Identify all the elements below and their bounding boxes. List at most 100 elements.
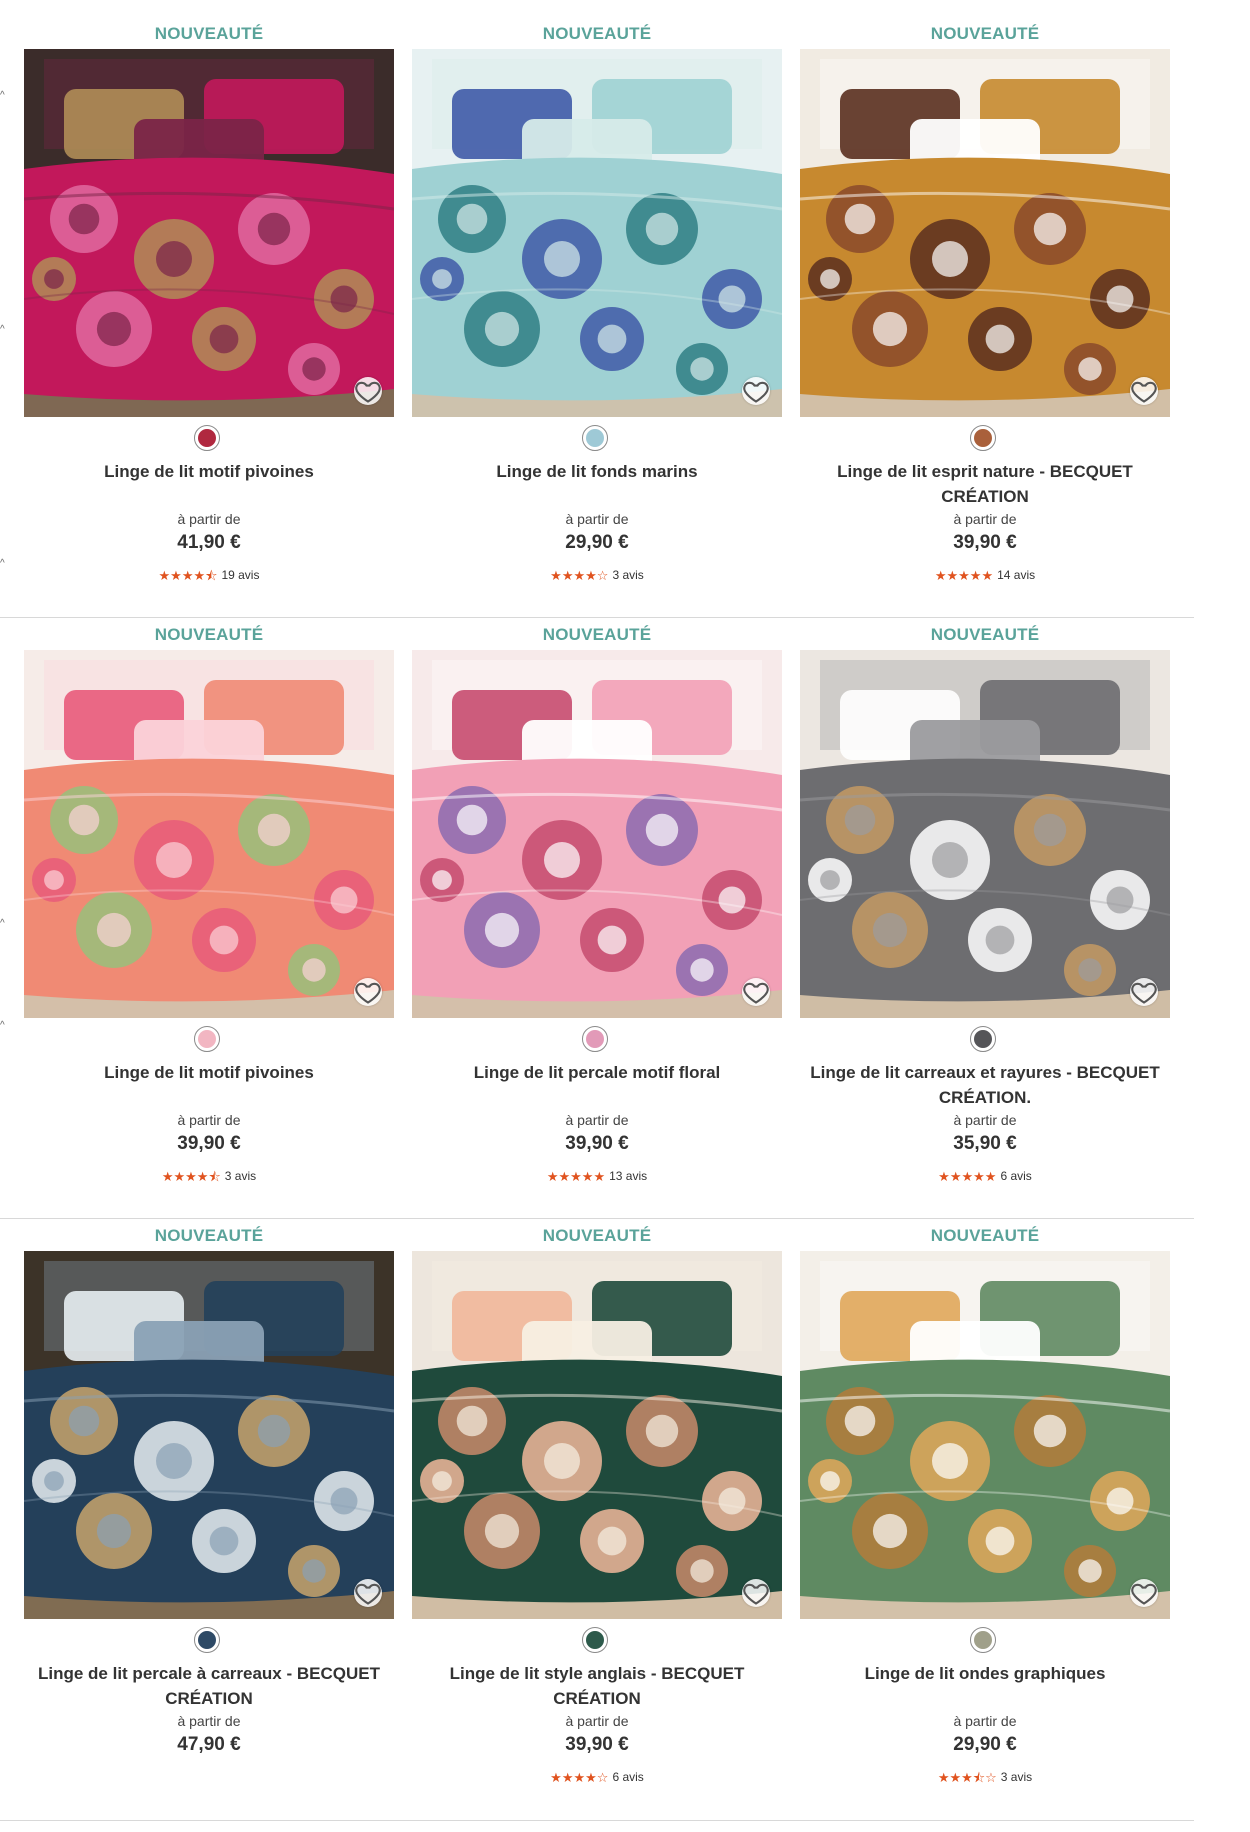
product-image[interactable] bbox=[24, 650, 394, 1018]
product-price: 35,90 € bbox=[953, 1133, 1017, 1154]
review-count: 6 avis bbox=[1000, 1169, 1032, 1183]
price-prefix: à partir de bbox=[565, 511, 629, 527]
bedding-photo bbox=[24, 1251, 394, 1619]
price-prefix: à partir de bbox=[565, 1713, 629, 1729]
product-image[interactable] bbox=[800, 49, 1170, 417]
review-count: 6 avis bbox=[612, 1770, 644, 1784]
product-card[interactable]: NOUVEAUTÉ Linge de lit percale à carreau… bbox=[24, 1202, 394, 1802]
star-rating[interactable]: ★★★★☆ 6 avis bbox=[412, 1770, 782, 1784]
product-price: 39,90 € bbox=[177, 1133, 241, 1154]
color-swatch[interactable] bbox=[582, 1627, 608, 1653]
color-swatch[interactable] bbox=[582, 425, 608, 451]
rating-stars: ★★★★★ bbox=[546, 1168, 606, 1184]
price-prefix: à partir de bbox=[953, 511, 1017, 527]
product-image[interactable] bbox=[800, 1251, 1170, 1619]
bedding-photo bbox=[800, 650, 1170, 1018]
new-badge: NOUVEAUTÉ bbox=[542, 24, 652, 43]
product-name[interactable]: Linge de lit carreaux et rayures - BECQU… bbox=[800, 1060, 1170, 1110]
review-count: 14 avis bbox=[997, 568, 1036, 582]
new-badge: NOUVEAUTÉ bbox=[930, 24, 1040, 43]
swatch-color bbox=[198, 429, 216, 447]
color-swatch[interactable] bbox=[970, 1026, 996, 1052]
product-name[interactable]: Linge de lit motif pivoines bbox=[24, 1060, 394, 1085]
product-card[interactable]: NOUVEAUTÉ Linge de lit carreaux et rayur… bbox=[800, 601, 1170, 1201]
color-swatch[interactable] bbox=[970, 425, 996, 451]
heart-outline-icon bbox=[743, 982, 769, 1004]
heart-outline-icon bbox=[743, 381, 769, 403]
color-swatch[interactable] bbox=[582, 1026, 608, 1052]
new-badge: NOUVEAUTÉ bbox=[542, 625, 652, 644]
product-price: 29,90 € bbox=[565, 532, 629, 553]
product-price: 41,90 € bbox=[177, 532, 241, 553]
swatch-color bbox=[586, 429, 604, 447]
bedding-photo bbox=[24, 650, 394, 1018]
rating-stars: ★★★★★ bbox=[934, 567, 994, 583]
favorite-button[interactable] bbox=[1130, 978, 1158, 1006]
favorite-button[interactable] bbox=[354, 978, 382, 1006]
product-name[interactable]: Linge de lit ondes graphiques bbox=[800, 1661, 1170, 1686]
color-swatch[interactable] bbox=[970, 1627, 996, 1653]
swatch-color bbox=[586, 1030, 604, 1048]
product-card[interactable]: NOUVEAUTÉ Linge de lit ondes graphiques … bbox=[800, 1202, 1170, 1802]
product-image[interactable] bbox=[800, 650, 1170, 1018]
product-name[interactable]: Linge de lit fonds marins bbox=[412, 459, 782, 484]
product-card[interactable]: NOUVEAUTÉ Linge de lit style anglais - B… bbox=[412, 1202, 782, 1802]
price-prefix: à partir de bbox=[565, 1112, 629, 1128]
price-prefix: à partir de bbox=[177, 511, 241, 527]
product-card[interactable]: NOUVEAUTÉ Linge de lit percale motif flo… bbox=[412, 601, 782, 1201]
heart-outline-icon bbox=[743, 1583, 769, 1605]
star-rating[interactable]: ★★★★☆ 3 avis bbox=[412, 568, 782, 582]
product-card[interactable]: NOUVEAUTÉ Linge de lit motif pivoines à … bbox=[24, 0, 394, 600]
swatch-color bbox=[198, 1631, 216, 1649]
swatch-color bbox=[974, 429, 992, 447]
swatch-color bbox=[974, 1631, 992, 1649]
favorite-button[interactable] bbox=[354, 1579, 382, 1607]
color-swatch[interactable] bbox=[194, 1026, 220, 1052]
bedding-photo bbox=[800, 49, 1170, 417]
row-divider bbox=[0, 1820, 1194, 1821]
favorite-button[interactable] bbox=[742, 978, 770, 1006]
product-price: 39,90 € bbox=[565, 1133, 629, 1154]
favorite-button[interactable] bbox=[742, 377, 770, 405]
color-swatch[interactable] bbox=[194, 1627, 220, 1653]
color-swatch[interactable] bbox=[194, 425, 220, 451]
heart-outline-icon bbox=[355, 381, 381, 403]
star-rating[interactable]: ★★★★★ 14 avis bbox=[800, 568, 1170, 582]
product-image[interactable] bbox=[24, 49, 394, 417]
rating-stars: ★★★⯪☆ bbox=[937, 1769, 997, 1785]
product-card[interactable]: NOUVEAUTÉ Linge de lit esprit nature - B… bbox=[800, 0, 1170, 600]
product-price: 47,90 € bbox=[177, 1734, 241, 1755]
new-badge: NOUVEAUTÉ bbox=[154, 24, 264, 43]
star-rating[interactable]: ★★★★★ 6 avis bbox=[800, 1169, 1170, 1183]
product-name[interactable]: Linge de lit esprit nature - BECQUET CRÉ… bbox=[800, 459, 1170, 509]
favorite-button[interactable] bbox=[742, 1579, 770, 1607]
product-image[interactable] bbox=[412, 1251, 782, 1619]
star-rating[interactable]: ★★★★⯪ 19 avis bbox=[24, 568, 394, 582]
new-badge: NOUVEAUTÉ bbox=[930, 625, 1040, 644]
star-rating[interactable]: ★★★⯪☆ 3 avis bbox=[800, 1770, 1170, 1784]
product-card[interactable]: NOUVEAUTÉ Linge de lit motif pivoines à … bbox=[24, 601, 394, 1201]
swatch-color bbox=[586, 1631, 604, 1649]
price-prefix: à partir de bbox=[953, 1713, 1017, 1729]
bedding-photo bbox=[412, 49, 782, 417]
favorite-button[interactable] bbox=[354, 377, 382, 405]
product-image[interactable] bbox=[412, 650, 782, 1018]
swatch-color bbox=[198, 1030, 216, 1048]
product-name[interactable]: Linge de lit style anglais - BECQUET CRÉ… bbox=[412, 1661, 782, 1711]
product-name[interactable]: Linge de lit percale à carreaux - BECQUE… bbox=[24, 1661, 394, 1711]
star-rating[interactable]: ★★★★★ 13 avis bbox=[412, 1169, 782, 1183]
price-prefix: à partir de bbox=[177, 1713, 241, 1729]
product-name[interactable]: Linge de lit motif pivoines bbox=[24, 459, 394, 484]
heart-outline-icon bbox=[1131, 1583, 1157, 1605]
product-image[interactable] bbox=[24, 1251, 394, 1619]
product-price: 29,90 € bbox=[953, 1734, 1017, 1755]
product-image[interactable] bbox=[412, 49, 782, 417]
favorite-button[interactable] bbox=[1130, 377, 1158, 405]
heart-outline-icon bbox=[1131, 381, 1157, 403]
favorite-button[interactable] bbox=[1130, 1579, 1158, 1607]
product-card[interactable]: NOUVEAUTÉ Linge de lit fonds marins à pa… bbox=[412, 0, 782, 600]
star-rating[interactable]: ★★★★⯪ 3 avis bbox=[24, 1169, 394, 1183]
new-badge: NOUVEAUTÉ bbox=[542, 1226, 652, 1245]
product-price: 39,90 € bbox=[565, 1734, 629, 1755]
product-name[interactable]: Linge de lit percale motif floral bbox=[412, 1060, 782, 1085]
